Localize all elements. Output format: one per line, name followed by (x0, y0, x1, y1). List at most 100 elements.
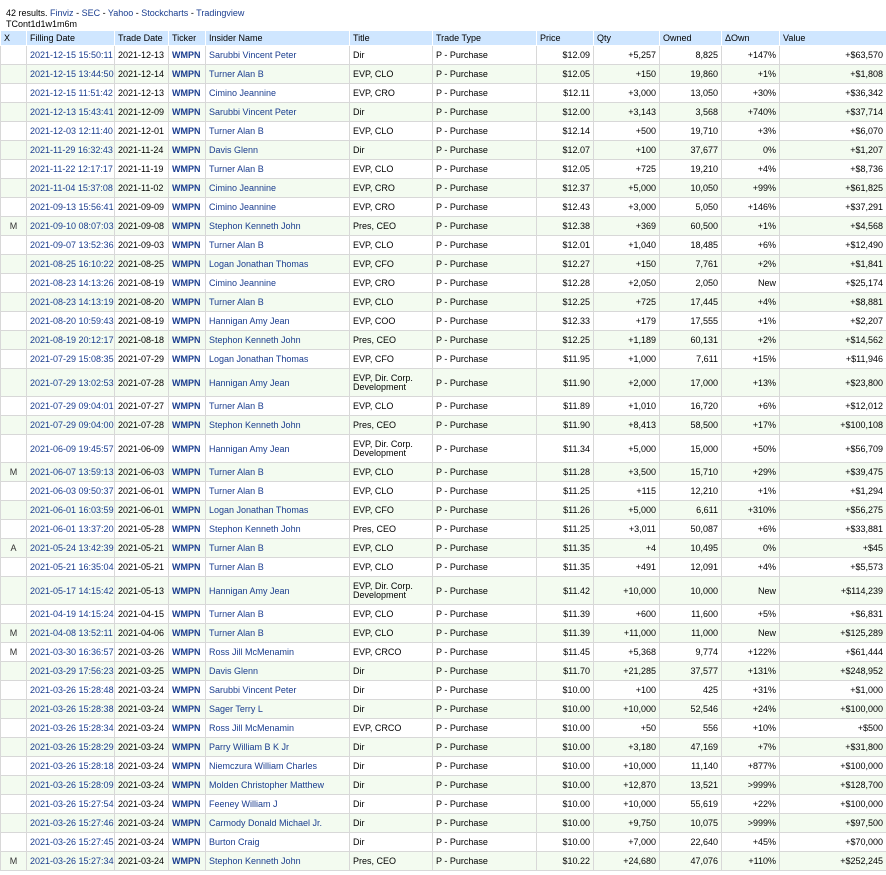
insider-name-cell[interactable]: Sarubbi Vincent Peter (205, 102, 350, 122)
filing-link[interactable]: 2021-07-29 13:02:53 (30, 378, 114, 388)
filing-link[interactable]: 2021-04-19 14:15:24 (30, 609, 114, 619)
filing-link[interactable]: 2021-08-23 14:13:19 (30, 297, 114, 307)
insider-name-cell[interactable]: Turner Alan B (205, 538, 350, 558)
filing-link[interactable]: 2021-12-15 15:50:11 (30, 50, 113, 60)
filing-link[interactable]: 2021-12-15 11:51:42 (30, 88, 113, 98)
filing-date-link-cell[interactable]: 2021-08-23 14:13:26 (26, 273, 115, 293)
filing-link[interactable]: 2021-06-03 09:50:37 (30, 486, 114, 496)
insider-name-cell[interactable]: Sager Terry L (205, 699, 350, 719)
filing-date-link-cell[interactable]: 2021-03-29 17:56:23 (26, 661, 115, 681)
filing-link[interactable]: 2021-03-26 15:28:38 (30, 704, 114, 714)
filing-link[interactable]: 2021-09-07 13:52:36 (30, 240, 114, 250)
filing-link[interactable]: 2021-03-26 15:27:46 (30, 818, 114, 828)
filing-date-link-cell[interactable]: 2021-11-04 15:37:08 (26, 178, 115, 198)
ticker-cell[interactable]: WMPN (168, 121, 206, 141)
ticker-cell[interactable]: WMPN (168, 396, 206, 416)
insider-name-cell[interactable]: Molden Christopher Matthew (205, 775, 350, 795)
filing-link[interactable]: 2021-12-03 12:11:40 (30, 126, 113, 136)
filing-link[interactable]: 2021-07-29 15:08:35 (30, 354, 114, 364)
insider-name-cell[interactable]: Stephon Kenneth John (205, 851, 350, 871)
filing-link[interactable]: 2021-11-29 16:32:43 (30, 145, 113, 155)
col-header-value[interactable]: Value (779, 30, 886, 46)
insider-name-cell[interactable]: Stephon Kenneth John (205, 415, 350, 435)
ticker-cell[interactable]: WMPN (168, 576, 206, 605)
insider-name-cell[interactable]: Turner Alan B (205, 64, 350, 84)
filing-link[interactable]: 2021-06-07 13:59:13 (30, 467, 114, 477)
filing-date-link-cell[interactable]: 2021-08-20 10:59:43 (26, 311, 115, 331)
insider-name-cell[interactable]: Cimino Jeannine (205, 83, 350, 103)
insider-name-cell[interactable]: Carmody Donald Michael Jr. (205, 813, 350, 833)
filing-link[interactable]: 2021-03-26 15:28:34 (30, 723, 114, 733)
filing-date-link-cell[interactable]: 2021-12-03 12:11:40 (26, 121, 115, 141)
col-header-filling-date[interactable]: Filling Date (26, 30, 115, 46)
ticker-cell[interactable]: WMPN (168, 159, 206, 179)
filing-link[interactable]: 2021-06-09 19:45:57 (30, 444, 114, 454)
ticker-cell[interactable]: WMPN (168, 368, 206, 397)
ticker-cell[interactable]: WMPN (168, 481, 206, 501)
insider-name-cell[interactable]: Stephon Kenneth John (205, 216, 350, 236)
ticker-cell[interactable]: WMPN (168, 500, 206, 520)
filing-date-link-cell[interactable]: 2021-09-13 15:56:41 (26, 197, 115, 217)
col-header-ticker[interactable]: Ticker (168, 30, 206, 46)
filing-date-link-cell[interactable]: 2021-06-01 16:03:59 (26, 500, 115, 520)
insider-name-cell[interactable]: Turner Alan B (205, 623, 350, 643)
filing-link[interactable]: 2021-07-29 09:04:00 (30, 420, 114, 430)
ticker-cell[interactable]: WMPN (168, 235, 206, 255)
insider-name-cell[interactable]: Hannigan Amy Jean (205, 368, 350, 397)
stockcharts-link[interactable]: Stockcharts (141, 8, 188, 18)
filing-date-link-cell[interactable]: 2021-07-29 13:02:53 (26, 368, 115, 397)
filing-link[interactable]: 2021-11-04 15:37:08 (30, 183, 113, 193)
col-header-qty[interactable]: Qty (593, 30, 660, 46)
filing-date-link-cell[interactable]: 2021-04-08 13:52:11 (26, 623, 115, 643)
filing-date-link-cell[interactable]: 2021-05-24 13:42:39 (26, 538, 115, 558)
ticker-cell[interactable]: WMPN (168, 756, 206, 776)
ticker-cell[interactable]: WMPN (168, 538, 206, 558)
filing-date-link-cell[interactable]: 2021-03-26 15:27:54 (26, 794, 115, 814)
insider-name-cell[interactable]: Davis Glenn (205, 140, 350, 160)
filing-date-link-cell[interactable]: 2021-05-21 16:35:04 (26, 557, 115, 577)
filing-date-link-cell[interactable]: 2021-03-26 15:28:29 (26, 737, 115, 757)
ticker-cell[interactable]: WMPN (168, 718, 206, 738)
insider-name-cell[interactable]: Logan Jonathan Thomas (205, 349, 350, 369)
filing-link[interactable]: 2021-12-13 15:43:41 (30, 107, 114, 117)
ticker-cell[interactable]: WMPN (168, 813, 206, 833)
ticker-cell[interactable]: WMPN (168, 330, 206, 350)
insider-name-cell[interactable]: Sarubbi Vincent Peter (205, 45, 350, 65)
filing-link[interactable]: 2021-11-22 12:17:17 (30, 164, 113, 174)
filing-link[interactable]: 2021-05-21 16:35:04 (30, 562, 114, 572)
col-header-insider-name[interactable]: Insider Name (205, 30, 350, 46)
ticker-cell[interactable]: WMPN (168, 254, 206, 274)
insider-name-cell[interactable]: Parry William B K Jr (205, 737, 350, 757)
filing-link[interactable]: 2021-08-23 14:13:26 (30, 278, 114, 288)
tradingview-link[interactable]: Tradingview (196, 8, 244, 18)
ticker-cell[interactable]: WMPN (168, 45, 206, 65)
insider-name-cell[interactable]: Hannigan Amy Jean (205, 576, 350, 605)
filing-date-link-cell[interactable]: 2021-07-29 09:04:01 (26, 396, 115, 416)
filing-link[interactable]: 2021-06-01 13:37:20 (30, 524, 114, 534)
insider-name-cell[interactable]: Feeney William J (205, 794, 350, 814)
insider-name-cell[interactable]: Cimino Jeannine (205, 273, 350, 293)
insider-name-cell[interactable]: Davis Glenn (205, 661, 350, 681)
insider-name-cell[interactable]: Turner Alan B (205, 159, 350, 179)
ticker-cell[interactable]: WMPN (168, 604, 206, 624)
ticker-cell[interactable]: WMPN (168, 519, 206, 539)
filing-date-link-cell[interactable]: 2021-11-22 12:17:17 (26, 159, 115, 179)
filing-date-link-cell[interactable]: 2021-12-15 11:51:42 (26, 83, 115, 103)
filing-date-link-cell[interactable]: 2021-04-19 14:15:24 (26, 604, 115, 624)
ticker-cell[interactable]: WMPN (168, 642, 206, 662)
filing-date-link-cell[interactable]: 2021-03-26 15:28:38 (26, 699, 115, 719)
filing-link[interactable]: 2021-03-26 15:28:48 (30, 685, 114, 695)
filing-date-link-cell[interactable]: 2021-03-26 15:27:45 (26, 832, 115, 852)
insider-name-cell[interactable]: Sarubbi Vincent Peter (205, 680, 350, 700)
filing-date-link-cell[interactable]: 2021-07-29 15:08:35 (26, 349, 115, 369)
ticker-cell[interactable]: WMPN (168, 794, 206, 814)
filing-date-link-cell[interactable]: 2021-08-25 16:10:22 (26, 254, 115, 274)
col-header-trade-date[interactable]: Trade Date (114, 30, 169, 46)
filing-date-link-cell[interactable]: 2021-11-29 16:32:43 (26, 140, 115, 160)
filing-date-link-cell[interactable]: 2021-08-19 20:12:17 (26, 330, 115, 350)
filing-link[interactable]: 2021-04-08 13:52:11 (30, 628, 113, 638)
ticker-cell[interactable]: WMPN (168, 102, 206, 122)
insider-name-cell[interactable]: Turner Alan B (205, 481, 350, 501)
sec-link[interactable]: SEC (82, 8, 101, 18)
col-header-delta-own[interactable]: ΔOwn (721, 30, 780, 46)
